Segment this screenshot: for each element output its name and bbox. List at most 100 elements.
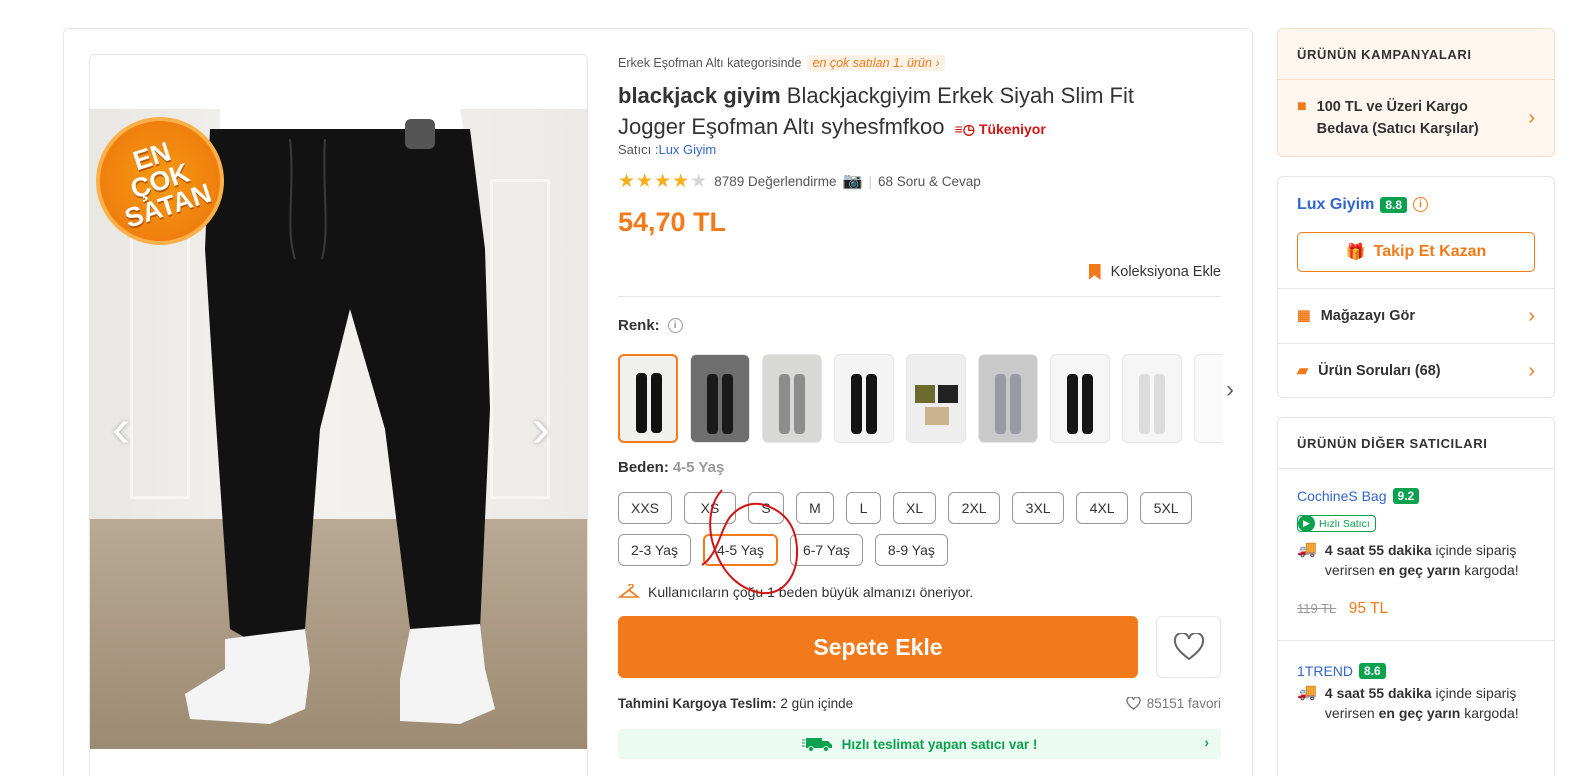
campaign-item[interactable]: ■ 100 TL ve Üzeri Kargo Bedava (Satıcı K… <box>1278 80 1554 156</box>
follow-store-label: Takip Et Kazan <box>1373 243 1487 260</box>
favorite-button[interactable] <box>1156 616 1221 678</box>
hanger-icon <box>618 584 640 598</box>
color-swatch-black[interactable] <box>618 354 678 443</box>
size-label: Beden: <box>618 459 669 476</box>
size-label-row: Beden: 4-5 Yaş <box>618 459 724 476</box>
seller-name-row: CochineS Bag 9.2 <box>1297 488 1535 504</box>
shipping-time: 4 saat 55 dakika <box>1324 685 1432 701</box>
heart-outline-icon <box>1125 697 1141 710</box>
fast-seller-badge-row: ▶ Hızlı Satıcı <box>1297 513 1535 532</box>
chevron-right-icon: › <box>1528 359 1535 382</box>
follow-store-button[interactable]: 🎁 Takip Et Kazan <box>1297 232 1535 272</box>
seller-score-badge: 9.2 <box>1392 488 1420 504</box>
color-swatch-black-print[interactable] <box>690 354 750 443</box>
color-swatch-grey[interactable] <box>762 354 822 443</box>
product-brand[interactable]: blackjack giyim <box>618 83 781 108</box>
seller-card: 1TREND 8.6 🚚 4 saat 55 dakika içinde sip… <box>1278 641 1554 723</box>
store-box: Lux Giyim 8.8 i 🎁 Takip Et Kazan ▦ Mağaz… <box>1277 176 1555 398</box>
chevron-right-icon: › <box>1528 107 1535 129</box>
shipping-when: en geç yarın <box>1378 562 1461 578</box>
gift-icon: 🎁 <box>1345 244 1366 261</box>
size-option-4-5-yas[interactable]: 4-5 Yaş <box>702 534 778 566</box>
color-swatch-shorts-set[interactable] <box>906 354 966 443</box>
store-name-link[interactable]: Lux Giyim <box>1297 196 1374 214</box>
heart-icon <box>1173 633 1204 661</box>
shipping-end: kargoda! <box>1460 705 1519 721</box>
delivery-value: 2 gün içinde <box>780 696 854 711</box>
gallery-next-arrow-icon[interactable]: › <box>532 401 550 455</box>
swatch-next-arrow-icon[interactable]: › <box>1226 376 1234 404</box>
shipping-when: en geç yarın <box>1378 705 1461 721</box>
size-selected-value: 4-5 Yaş <box>672 459 725 476</box>
seller-name-link[interactable]: 1TREND <box>1297 663 1353 679</box>
color-swatch-black-cargo[interactable] <box>834 354 894 443</box>
add-to-collection-label: Koleksiyona Ekle <box>1110 264 1221 280</box>
stock-badge-label: Tükeniyor <box>978 121 1046 137</box>
size-option-xxs[interactable]: XXS <box>618 492 673 524</box>
size-option-xl[interactable]: XL <box>893 492 937 524</box>
size-option-8-9-yas[interactable]: 8-9 Yaş <box>874 534 948 566</box>
size-option-3xl[interactable]: 3XL <box>1012 492 1065 524</box>
size-option-2xl[interactable]: 2XL <box>948 492 1001 524</box>
other-sellers-box: ÜRÜNÜN DİĞER SATICILARI CochineS Bag 9.2… <box>1277 417 1555 776</box>
bestseller-badge-text: EN ÇOK SATAN <box>121 136 215 234</box>
seller-name-link[interactable]: CochineS Bag <box>1297 488 1387 504</box>
color-swatch-light-grey[interactable] <box>1122 354 1182 443</box>
shipping-text: 4 saat 55 dakika içinde sipariş verirsen… <box>1325 540 1535 580</box>
size-option-xs[interactable]: XS <box>684 492 737 524</box>
fast-seller-banner-text: Hızlı teslimat yapan satıcı var ! <box>841 736 1038 752</box>
rating-count-link[interactable]: 8789 Değerlendirme <box>714 174 836 189</box>
product-page: EN ÇOK SATAN ‹ › Erkek Eşofman Altı kate… <box>0 0 1575 776</box>
store-score-badge: 8.8 <box>1380 196 1408 213</box>
rating-divider: | <box>868 173 872 189</box>
bookmark-icon <box>1088 264 1101 280</box>
campaigns-title: ÜRÜNÜN KAMPANYALARI <box>1278 29 1554 80</box>
campaigns-box: ÜRÜNÜN KAMPANYALARI ■ 100 TL ve Üzeri Ka… <box>1277 28 1555 157</box>
store-header: Lux Giyim 8.8 i <box>1278 177 1554 232</box>
product-title: blackjack giyim Blackjackgiyim Erkek Siy… <box>618 80 1221 145</box>
size-option-2-3-yas[interactable]: 2-3 Yaş <box>618 534 691 566</box>
color-swatch-more[interactable] <box>1194 354 1222 443</box>
other-sellers-title: ÜRÜNÜN DİĞER SATICILARI <box>1278 418 1554 469</box>
shipping-text: 4 saat 55 dakika içinde sipariş verirsen… <box>1325 683 1535 723</box>
product-price: 54,70 TL <box>618 207 727 237</box>
shipping-end: kargoda! <box>1460 562 1519 578</box>
bestseller-rank-link[interactable]: en çok satılan 1. ürün › <box>807 55 945 71</box>
size-option-m[interactable]: M <box>796 492 835 524</box>
shipping-info: 🚚 4 saat 55 dakika içinde sipariş verirs… <box>1297 540 1535 580</box>
add-to-collection-button[interactable]: Koleksiyona Ekle <box>1088 264 1221 280</box>
bestseller-rank-label: en çok satılan 1. ürün <box>812 56 932 70</box>
qa-count-link[interactable]: 68 Soru & Cevap <box>878 174 981 189</box>
product-questions-link[interactable]: ▰ Ürün Soruları (68) › <box>1278 344 1554 398</box>
divider <box>618 296 1221 297</box>
store-info-icon[interactable]: i <box>1413 197 1429 212</box>
fast-seller-banner[interactable]: Hızlı teslimat yapan satıcı var ! › <box>618 729 1221 759</box>
chat-icon: ▰ <box>1297 363 1309 379</box>
favorite-count-text: 85151 favori <box>1146 696 1221 711</box>
product-questions-label: Ürün Soruları (68) <box>1318 363 1441 379</box>
color-info-icon[interactable]: i <box>667 318 683 333</box>
size-option-5xl[interactable]: 5XL <box>1140 492 1193 524</box>
size-option-4xl[interactable]: 4XL <box>1076 492 1129 524</box>
stock-badge: ≡◷ Tükeniyor <box>954 121 1046 137</box>
color-swatch-black-slim[interactable] <box>1050 354 1110 443</box>
seller-link[interactable]: Lux Giyim <box>658 142 716 157</box>
package-icon: ■ <box>1297 98 1307 115</box>
size-option-6-7-yas[interactable]: 6-7 Yaş <box>789 534 863 566</box>
color-swatch-grey-stripe[interactable] <box>978 354 1038 443</box>
truck-icon: ▶ <box>1298 515 1315 532</box>
view-store-link[interactable]: ▦ Mağazayı Gör › <box>1278 289 1554 343</box>
size-option-s[interactable]: S <box>748 492 785 524</box>
add-to-cart-button[interactable]: Sepete Ekle <box>618 616 1138 678</box>
favorite-count: 85151 favori <box>1125 696 1221 711</box>
size-options-row2: 2-3 Yaş 4-5 Yaş 6-7 Yaş 8-9 Yaş <box>618 534 948 566</box>
view-store-label: Mağazayı Gör <box>1320 308 1415 324</box>
size-option-l[interactable]: L <box>846 492 882 524</box>
fast-seller-badge: ▶ Hızlı Satıcı <box>1297 515 1376 532</box>
store-icon: ▦ <box>1297 308 1311 324</box>
gallery-prev-arrow-icon[interactable]: ‹ <box>112 401 130 455</box>
campaign-item-text: 100 TL ve Üzeri Kargo Bedava (Satıcı Kar… <box>1316 99 1479 137</box>
delivery-estimate: Tahmini Kargoya Teslim: 2 gün içinde <box>618 696 853 711</box>
shipping-time: 4 saat 55 dakika <box>1324 542 1432 558</box>
rating-stars-icon: ★★★★★ <box>618 170 709 192</box>
